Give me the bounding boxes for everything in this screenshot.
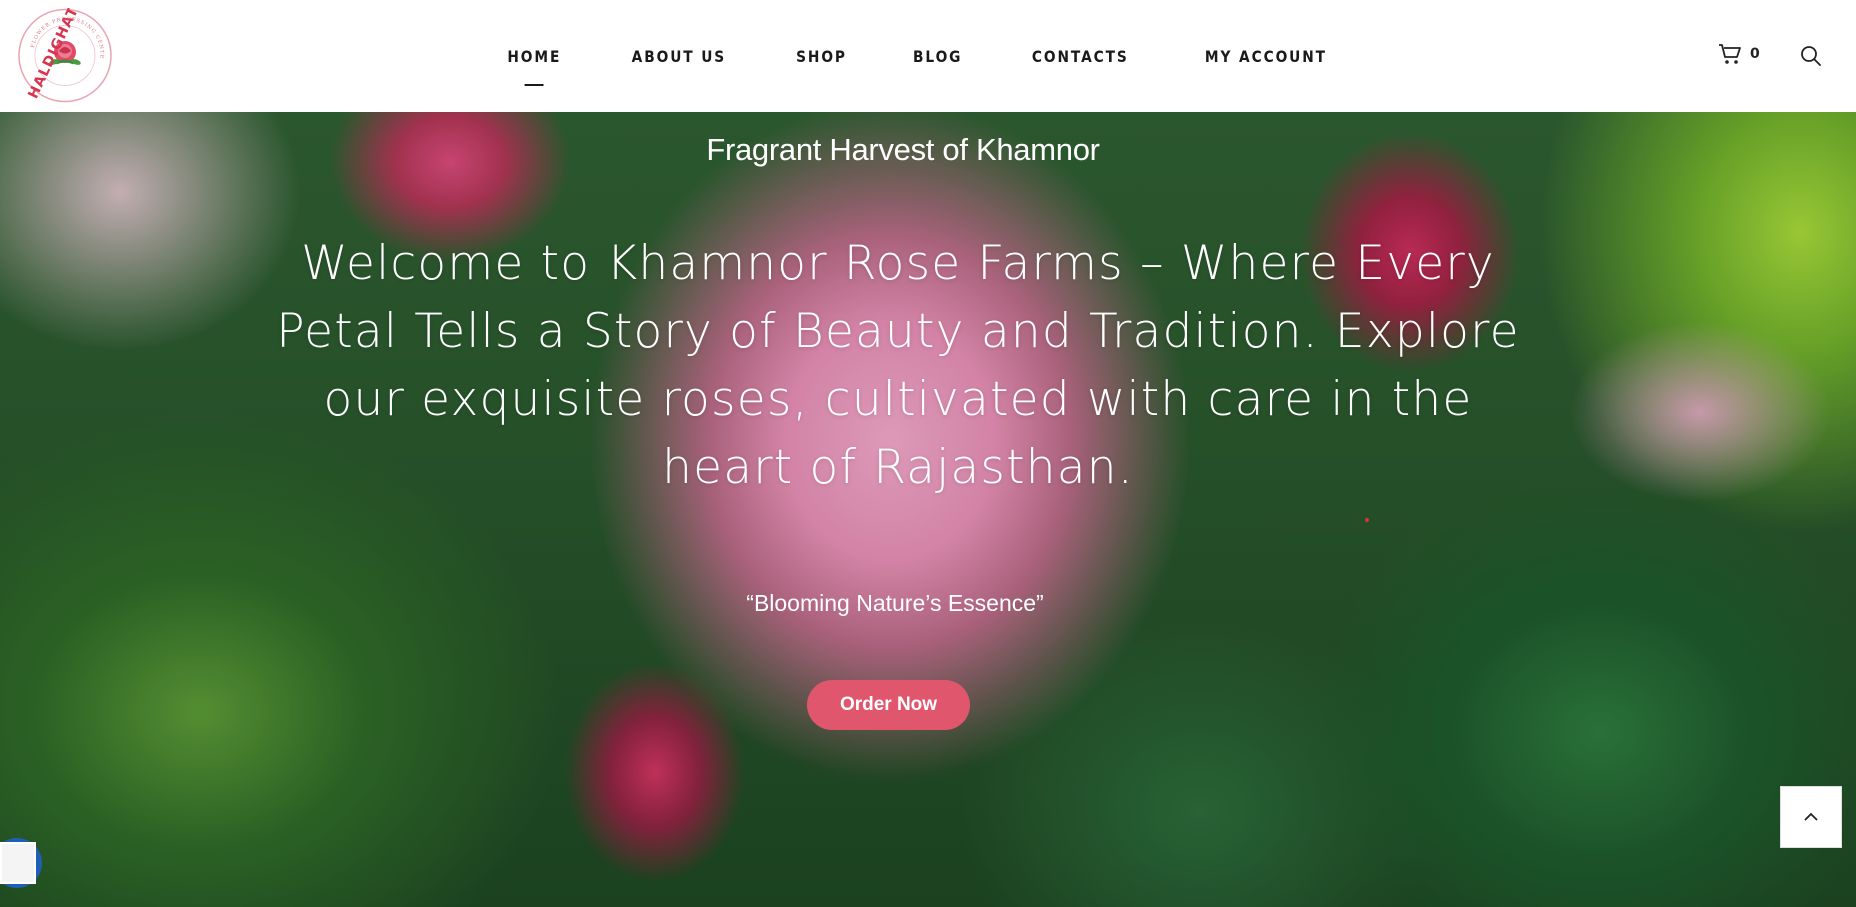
decorative-dot (1365, 518, 1369, 522)
chevron-up-icon (1804, 812, 1818, 821)
site-header: HALDIGHATI FLOWER PROCESSING CENTER HOME… (0, 0, 1856, 112)
search-button[interactable] (1800, 45, 1824, 69)
cart-button[interactable]: 0 (1718, 40, 1766, 68)
nav-my-account[interactable]: MY ACCOUNT (1205, 47, 1327, 66)
hero-tagline: “Blooming Nature’s Essence” (746, 590, 1044, 616)
hero-headline: Welcome to Khamnor Rose Farms – Where Ev… (276, 236, 1520, 495)
hero-kicker: Fragrant Harvest of Khamnor (706, 132, 1100, 167)
nav-blog[interactable]: BLOG (913, 47, 962, 66)
order-now-button[interactable]: Order Now (807, 680, 970, 730)
main-nav: HOME ABOUT US SHOP BLOG CONTACTS MY ACCO… (0, 0, 1856, 112)
nav-contacts[interactable]: CONTACTS (1032, 47, 1129, 66)
nav-about-us[interactable]: ABOUT US (632, 47, 726, 66)
cart-count: 0 (1750, 46, 1760, 62)
flag-icon[interactable] (0, 842, 36, 884)
nav-shop[interactable]: SHOP (796, 47, 847, 66)
cart-icon (1719, 44, 1741, 64)
scroll-to-top-button[interactable] (1780, 786, 1842, 848)
nav-home[interactable]: HOME (508, 47, 562, 86)
search-icon (1801, 46, 1821, 66)
hero-section: Fragrant Harvest of Khamnor Welcome to K… (0, 112, 1856, 907)
